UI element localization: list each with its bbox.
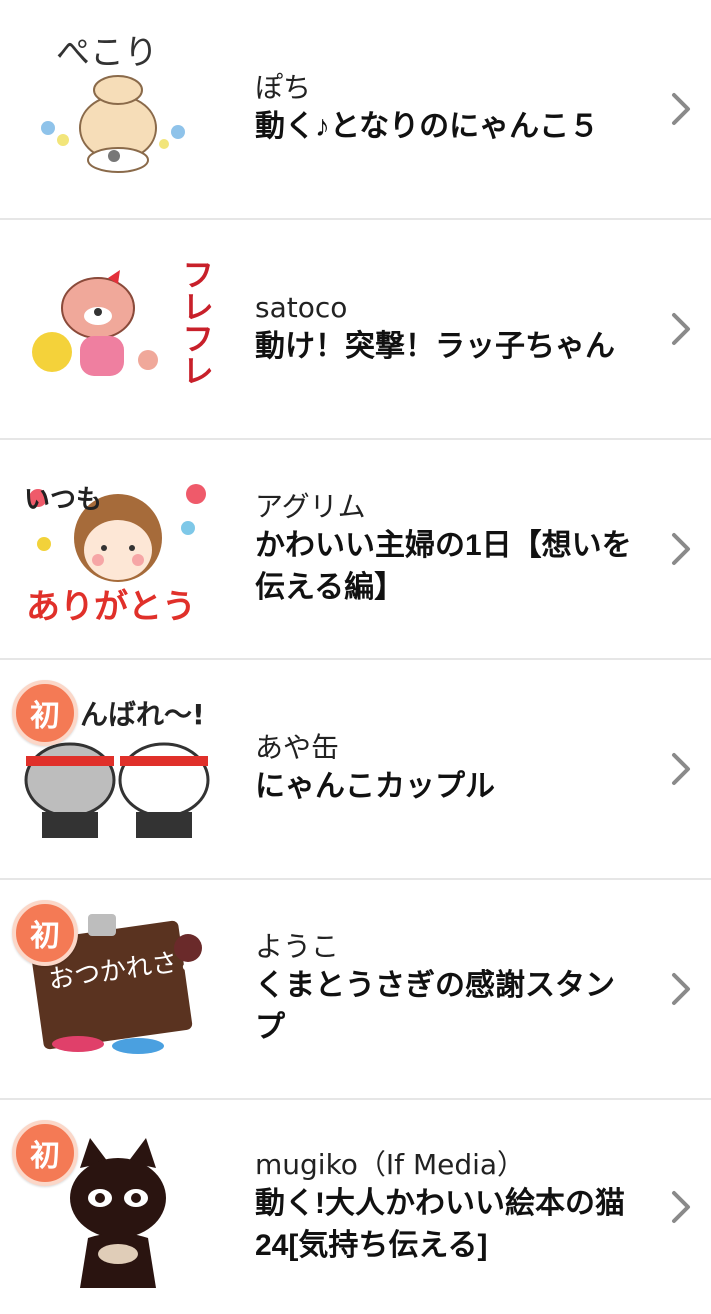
sticker-title: 動け！突撃！ラッ子ちゃん [255,330,615,363]
author-name: ぽち [255,71,312,104]
author-name: satoco [255,291,348,324]
author-name: mugiko（If Media） [255,1148,526,1181]
list-item[interactable]: 初 おつかれさまです ようこ くまとうさぎの感謝スタンプ [0,880,711,1100]
list-item[interactable]: 初 んばれ〜! あや缶 にゃんこカップル [0,660,711,880]
sticker-caption: んばれ〜! [80,698,205,731]
list-item[interactable]: 初 mugiko（If Media） 動く!大人かわいい絵本の猫24[気持ち伝え… [0,1100,711,1314]
sticker-caption: フレフレ [177,258,215,386]
cat-bowing-sticker-icon: ぺこり [41,33,185,173]
sticker-title: かわいい主婦の1日【想いを伝える編】 [255,529,632,604]
sticker-caption: ぺこり [56,33,158,73]
item-text: ぽち 動く♪となりのにゃんこ５ [255,70,641,148]
sticker-title: 動く♪となりのにゃんこ５ [255,110,600,143]
otter-cheerleader-sticker-icon: フレフレ [32,258,215,386]
chevron-right-icon [669,971,693,1007]
item-text: あや缶 にゃんこカップル [255,730,641,808]
chevron-right-icon [669,751,693,787]
sticker-title: にゃんこカップル [255,770,495,803]
item-text: ようこ くまとうさぎの感謝スタンプ [255,929,641,1049]
list-item[interactable]: ぺこり ぽち 動く♪となりのにゃんこ５ [0,0,711,220]
sticker-caption: ありがとう [26,587,196,627]
author-name: あや缶 [255,731,340,764]
sticker-thumbnail: ぺこり [18,28,218,188]
new-badge: 初 [12,1120,78,1186]
new-badge: 初 [12,680,78,746]
item-text: アグリム かわいい主婦の1日【想いを伝える編】 [255,489,641,609]
list-item[interactable]: フレフレ satoco 動け！突撃！ラッ子ちゃん [0,220,711,440]
chevron-right-icon [669,1189,693,1225]
girl-thankyou-sticker-icon: いつも ありがとう [24,484,206,627]
chevron-right-icon [669,91,693,127]
chevron-right-icon [669,311,693,347]
item-text: mugiko（If Media） 動く!大人かわいい絵本の猫24[気持ち伝える] [255,1147,641,1267]
list-item[interactable]: いつも ありがとう アグリム かわいい主婦の1日【想いを伝える編】 [0,440,711,660]
sticker-thumbnail: フレフレ [18,248,218,408]
sticker-list: ぺこり ぽち 動く♪となりのにゃんこ５ フレフレ satoco 動け！突撃！ラッ… [0,0,711,1314]
chevron-right-icon [669,531,693,567]
item-text: satoco 動け！突撃！ラッ子ちゃん [255,290,641,368]
author-name: ようこ [255,930,340,963]
new-badge: 初 [12,900,78,966]
sticker-title: くまとうさぎの感謝スタンプ [255,969,615,1044]
sticker-caption: いつも [24,485,102,515]
sticker-thumbnail: いつも ありがとう [18,468,218,628]
sticker-title: 動く!大人かわいい絵本の猫24[気持ち伝える] [255,1187,625,1262]
author-name: アグリム [255,490,366,523]
